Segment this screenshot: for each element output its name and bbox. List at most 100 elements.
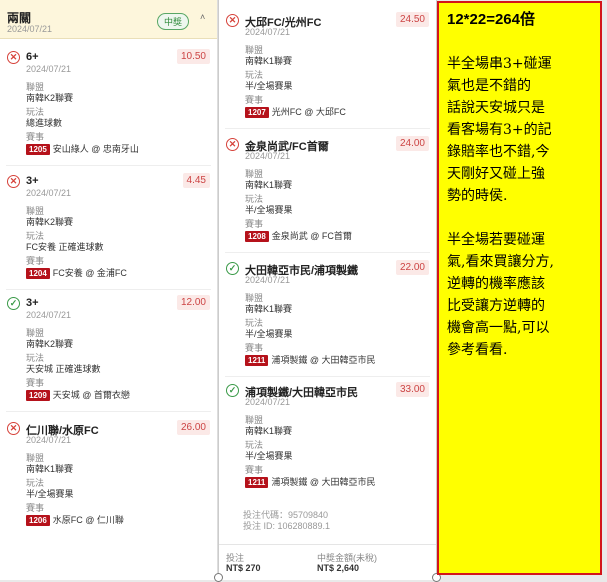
- leg-item[interactable]: ✓ 浦項製鐵/大田韓亞市民 2024/07/21 33.00 聯盟 南韓K1聯賽 玩法 半/全…: [219, 382, 436, 502]
- parlay-date: 2024/07/21: [7, 24, 53, 34]
- divider: [225, 376, 430, 377]
- divider: [6, 411, 211, 412]
- leg-item[interactable]: ✕ 仁川聯/水原FC 2024/07/21 26.00 聯盟 南韓K1聯賽 玩法 半/全場賽果…: [0, 420, 217, 540]
- leg-item[interactable]: ✕ 3+ 2024/07/21 4.45 聯盟 南韓K2聯賽 玩法 FC安養 正確進球數 賽事 1…: [0, 173, 217, 293]
- leg-odds: 24.50: [395, 12, 429, 27]
- match-value: 1208 金泉尚武 @ FC首爾: [245, 229, 352, 242]
- note-line: 半全場串3+碰運: [447, 56, 552, 72]
- match-name: 浦項製鐵 @ 大田韓亞市民: [271, 355, 376, 365]
- note-line: 機會高一點,可以: [447, 320, 550, 336]
- divider: [6, 165, 211, 166]
- match-id-badge: 1211: [245, 355, 269, 366]
- x-circle-icon: ✕: [7, 175, 20, 188]
- leg-selection: 3+: [26, 175, 39, 187]
- play-value: FC安養 正確進球數: [26, 242, 104, 252]
- annotation-note: 12*22=264倍 半全場串3+碰運 氣也是不錯的 話說天安城只是 看客場有3+的記…: [437, 1, 602, 575]
- match-value: 1206 水原FC @ 仁川聯: [26, 513, 124, 526]
- match-value: 1205 安山綠人 @ 忠南牙山: [26, 142, 139, 155]
- leg-date: 2024/07/21: [245, 151, 291, 161]
- match-name: 安山綠人 @ 忠南牙山: [52, 144, 139, 154]
- play-value: 總進球數: [26, 118, 63, 128]
- divider: [225, 252, 430, 253]
- leg-item[interactable]: ✕ 大邱FC/光州FC 2024/07/21 24.50 聯盟 南韓K1聯賽 玩法 半/全場賽…: [219, 12, 436, 132]
- match-id-badge: 1205: [26, 144, 50, 155]
- note-paragraph-2: 半全場若要碰運 氣,看來買讓分方, 逆轉的機率應該 比受讓方逆轉的 機會高一點,可以 參考…: [447, 229, 596, 361]
- check-circle-icon: ✓: [226, 262, 239, 275]
- bet-slip-column-left: 兩關 2024/07/21 中獎 ˄ ✕ 6+ 2024/07/21 10.50 聯盟南…: [0, 0, 218, 580]
- leg-odds: 4.45: [182, 173, 210, 188]
- match-id-badge: 1209: [26, 390, 50, 401]
- match-name: 水原FC @ 仁川聯: [52, 515, 124, 525]
- leg-date: 2024/07/21: [245, 275, 291, 285]
- chevron-up-icon[interactable]: ˄: [200, 12, 205, 22]
- leg-selection: 3+: [26, 297, 39, 309]
- leg-odds: 33.00: [395, 382, 429, 397]
- match-value: 1207 光州FC @ 大邱FC: [245, 105, 346, 118]
- league-value: 南韓K1聯賽: [26, 464, 74, 474]
- play-value: 半/全場賽果: [245, 205, 293, 215]
- x-circle-icon: ✕: [7, 422, 20, 435]
- match-id-badge: 1207: [245, 107, 269, 118]
- leg-odds: 26.00: [176, 420, 210, 435]
- match-value: 1211 浦項製鐵 @ 大田韓亞市民: [245, 475, 376, 488]
- note-line: 錄賠率也不錯,今: [447, 144, 550, 160]
- match-name: FC安養 @ 金浦FC: [52, 268, 127, 278]
- leg-date: 2024/07/21: [245, 27, 291, 37]
- league-value: 南韓K2聯賽: [26, 339, 74, 349]
- league-value: 南韓K2聯賽: [26, 217, 74, 227]
- note-line: 天剛好又碰上強: [447, 166, 545, 182]
- match-id-badge: 1204: [26, 268, 50, 279]
- parlay-header[interactable]: 兩關 2024/07/21 中獎 ˄: [0, 0, 217, 39]
- x-circle-icon: ✕: [226, 138, 239, 151]
- x-circle-icon: ✕: [7, 51, 20, 64]
- match-id-badge: 1208: [245, 231, 269, 242]
- match-id-badge: 1211: [245, 477, 269, 488]
- league-value: 南韓K1聯賽: [245, 180, 293, 190]
- note-line: 氣,看來買讓分方,: [447, 254, 554, 270]
- note-title: 12*22=264倍: [447, 11, 535, 28]
- play-value: 半/全場賽果: [245, 451, 293, 461]
- note-line: 勢的時侯.: [447, 188, 508, 204]
- check-circle-icon: ✓: [226, 384, 239, 397]
- leg-item[interactable]: ✓ 3+ 2024/07/21 12.00 聯盟 南韓K2聯賽 玩法 天安城 正確進球數 賽事 1…: [0, 295, 217, 415]
- match-id-badge: 1206: [26, 515, 50, 526]
- bet-id: 投注 ID: 106280889.1: [243, 521, 331, 531]
- note-line: 看客場有3+的記: [447, 122, 552, 138]
- leg-date: 2024/07/21: [26, 310, 72, 320]
- note-line: 半全場若要碰運: [447, 232, 545, 248]
- match-value: 1209 天安城 @ 首爾衣戀: [26, 388, 130, 401]
- leg-date: 2024/07/21: [26, 188, 72, 198]
- leg-date: 2024/07/21: [245, 397, 291, 407]
- league-value: 南韓K1聯賽: [245, 56, 293, 66]
- leg-odds: 24.00: [395, 136, 429, 151]
- divider: [225, 128, 430, 129]
- status-badge: 中獎: [157, 13, 190, 30]
- match-name: 光州FC @ 大邱FC: [271, 107, 346, 117]
- stake-summary: 投注 NT$ 270 中獎金額(未稅) NT$ 2,640: [219, 544, 436, 580]
- leg-odds: 12.00: [176, 295, 210, 310]
- play-value: 半/全場賽果: [245, 81, 293, 91]
- note-line: 氣也是不錯的: [447, 78, 531, 94]
- league-value: 南韓K1聯賽: [245, 304, 293, 314]
- note-line: 比受讓方逆轉的: [447, 298, 545, 314]
- note-line: 逆轉的機率應該: [447, 276, 545, 292]
- play-value: 半/全場賽果: [245, 329, 293, 339]
- leg-item[interactable]: ✕ 金泉尚武/FC首爾 2024/07/21 24.00 聯盟 南韓K1聯賽 玩法 半/全場賽…: [219, 136, 436, 256]
- stake-value: NT$ 270: [226, 563, 261, 573]
- leg-odds: 22.00: [395, 260, 429, 275]
- leg-date: 2024/07/21: [26, 435, 72, 445]
- leg-odds: 10.50: [176, 49, 210, 64]
- leg-selection: 6+: [26, 51, 39, 63]
- divider: [6, 289, 211, 290]
- match-value: 1204 FC安養 @ 金浦FC: [26, 266, 127, 279]
- resize-handle[interactable]: [214, 573, 223, 582]
- match-name: 金泉尚武 @ FC首爾: [271, 231, 352, 241]
- leg-item[interactable]: ✓ 大田韓亞市民/浦項製鐵 2024/07/21 22.00 聯盟 南韓K1聯賽 玩法 半/全…: [219, 260, 436, 380]
- note-paragraph-1: 半全場串3+碰運 氣也是不錯的 話說天安城只是 看客場有3+的記 錄賠率也不錯,今 天剛好…: [447, 53, 596, 207]
- payout-value: NT$ 2,640: [317, 563, 360, 573]
- bet-slip-column-right: ✕ 大邱FC/光州FC 2024/07/21 24.50 聯盟 南韓K1聯賽 玩法 半/全場賽…: [218, 0, 437, 580]
- check-circle-icon: ✓: [7, 297, 20, 310]
- play-value: 天安城 正確進球數: [26, 364, 101, 374]
- leg-item[interactable]: ✕ 6+ 2024/07/21 10.50 聯盟 南韓K2聯賽 玩法 總進球數 賽事 1205 安山…: [0, 49, 217, 169]
- match-value: 1211 浦項製鐵 @ 大田韓亞市民: [245, 353, 376, 366]
